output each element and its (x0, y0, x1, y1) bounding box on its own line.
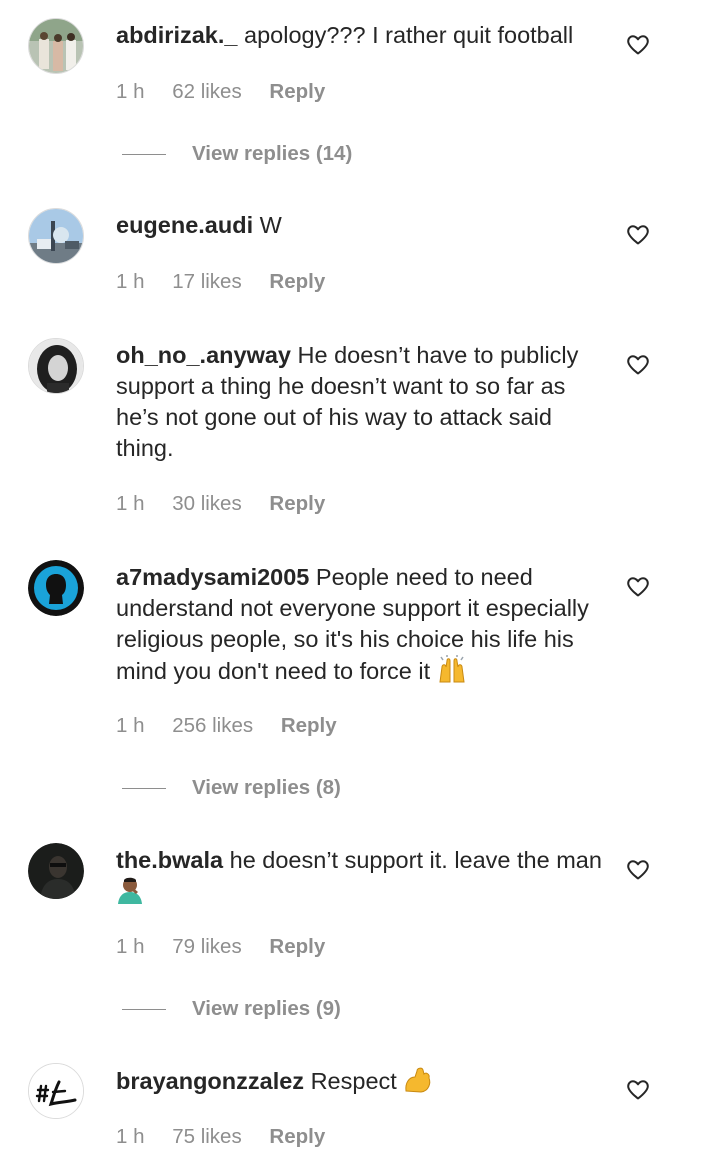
comment-text: eugene.audi W (116, 210, 606, 241)
comment-time: 1 h (116, 492, 145, 515)
comment-likes[interactable]: 256 likes (172, 714, 253, 737)
comment-body: apology??? I rather quit football (244, 22, 574, 48)
reply-button[interactable]: Reply (269, 270, 325, 293)
heart-outline-icon[interactable] (626, 858, 650, 882)
comment-username[interactable]: a7madysami2005 (116, 564, 309, 590)
comment-time: 1 h (116, 1125, 145, 1148)
reply-button[interactable]: Reply (281, 714, 337, 737)
divider-line (122, 154, 166, 156)
comment-username[interactable]: eugene.audi (116, 212, 253, 238)
avatar[interactable] (28, 338, 84, 394)
comment-likes[interactable]: 79 likes (172, 935, 242, 958)
comment-meta: 1 h 30 likes Reply (116, 492, 347, 516)
view-replies-label: View replies (9) (192, 997, 341, 1020)
avatar[interactable] (28, 843, 84, 899)
reply-button[interactable]: Reply (269, 1125, 325, 1148)
comment-body: W (259, 212, 282, 238)
view-replies-button[interactable]: View replies (9) (122, 997, 341, 1021)
comment-time: 1 h (116, 714, 145, 737)
flexed-biceps-emoji (405, 1067, 431, 1093)
heart-outline-icon[interactable] (626, 223, 650, 247)
comment-text: the.bwala he doesn’t support it. leave t… (116, 845, 606, 908)
divider-line (122, 1009, 166, 1011)
comment-text: brayangonzzalez Respect (116, 1065, 606, 1097)
comment-time: 1 h (116, 80, 145, 103)
heart-outline-icon[interactable] (626, 33, 650, 57)
comment-time: 1 h (116, 270, 145, 293)
view-replies-button[interactable]: View replies (8) (122, 776, 341, 800)
comment-username[interactable]: the.bwala (116, 847, 223, 873)
heart-outline-icon[interactable] (626, 1078, 650, 1102)
view-replies-button[interactable]: View replies (14) (122, 142, 352, 166)
reply-button[interactable]: Reply (269, 935, 325, 958)
comment-username[interactable]: abdirizak._ (116, 22, 237, 48)
comment-likes[interactable]: 62 likes (172, 80, 242, 103)
view-replies-label: View replies (14) (192, 142, 353, 165)
comment-username[interactable]: brayangonzzalez (116, 1068, 304, 1094)
comment-likes[interactable]: 75 likes (172, 1125, 242, 1148)
view-replies-label: View replies (8) (192, 776, 341, 799)
comment-likes[interactable]: 30 likes (172, 492, 242, 515)
comment-body: Respect (310, 1068, 397, 1094)
comment-username[interactable]: oh_no_.anyway (116, 342, 291, 368)
reply-button[interactable]: Reply (269, 80, 325, 103)
comment-likes[interactable]: 17 likes (172, 270, 242, 293)
divider-line (122, 788, 166, 790)
avatar[interactable] (28, 560, 84, 616)
person-facepalming-emoji (118, 877, 142, 904)
comment-meta: 1 h 79 likes Reply (116, 935, 347, 959)
heart-outline-icon[interactable] (626, 353, 650, 377)
raising-hands-emoji (439, 655, 465, 683)
comment-meta: 1 h 17 likes Reply (116, 270, 347, 294)
avatar[interactable] (28, 208, 84, 264)
comment-text: oh_no_.anyway He doesn’t have to publicl… (116, 340, 606, 464)
comment-meta: 1 h 62 likes Reply (116, 80, 347, 104)
comment-text: a7madysami2005 People need to need under… (116, 562, 606, 687)
heart-outline-icon[interactable] (626, 575, 650, 599)
reply-button[interactable]: Reply (269, 492, 325, 515)
avatar[interactable] (28, 1063, 84, 1119)
comment-meta: 1 h 75 likes Reply (116, 1125, 347, 1149)
comment-time: 1 h (116, 935, 145, 958)
comment-text: abdirizak._ apology??? I rather quit foo… (116, 20, 606, 51)
comment-meta: 1 h 256 likes Reply (116, 714, 359, 738)
comment-body: he doesn’t support it. leave the man (229, 847, 602, 873)
avatar[interactable] (28, 18, 84, 74)
